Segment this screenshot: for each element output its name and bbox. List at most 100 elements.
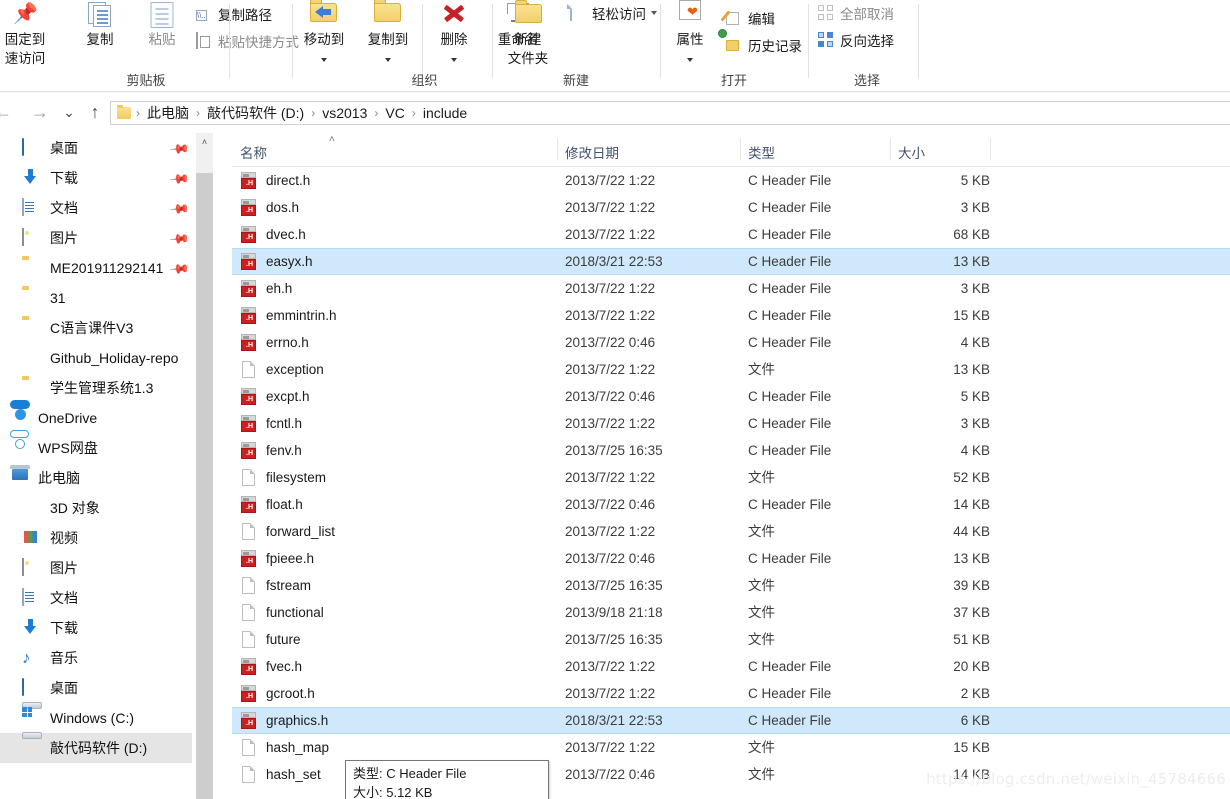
properties-caret-icon[interactable]: [687, 58, 693, 62]
file-size-cell: 44 KB: [953, 524, 990, 539]
sidebar-item-18[interactable]: 桌面: [0, 673, 192, 703]
file-name-cell: fstream: [240, 572, 311, 599]
table-row[interactable]: .H easyx.h 2018/3/21 22:53 C Header File 13 …: [232, 248, 1230, 275]
table-row[interactable]: exception 2013/7/22 1:22 文件 13 KB: [232, 356, 1230, 383]
up-button[interactable]: ↑: [82, 99, 108, 125]
breadcrumb-item-vc[interactable]: VC: [383, 105, 406, 121]
file-date-cell: 2013/7/22 1:22: [565, 308, 656, 323]
scrollbar-thumb[interactable]: [196, 173, 213, 799]
back-button[interactable]: ←: [0, 99, 16, 125]
file-size-cell: 51 KB: [953, 632, 990, 647]
delete-button[interactable]: 删除: [426, 0, 482, 67]
copy-to-caret-icon[interactable]: [385, 58, 391, 62]
pin-icon[interactable]: 📌: [169, 258, 191, 280]
breadcrumb-item-include[interactable]: include: [421, 105, 469, 121]
column-header-date[interactable]: 修改日期: [565, 142, 619, 162]
sidebar-item-12[interactable]: 3D 对象: [0, 493, 192, 523]
recent-locations-button[interactable]: ⌄: [56, 99, 82, 125]
copy-button[interactable]: 复制: [70, 0, 130, 49]
pin-icon[interactable]: 📌: [169, 168, 191, 190]
breadcrumb-item-this-pc[interactable]: 此电脑: [145, 103, 191, 123]
paste-button[interactable]: 粘贴: [132, 0, 192, 49]
move-to-caret-icon[interactable]: [321, 58, 327, 62]
table-row[interactable]: hash_map 2013/7/22 1:22 文件 15 KB: [232, 734, 1230, 761]
breadcrumb-item-vs2013[interactable]: vs2013: [320, 105, 369, 121]
sidebar-item-6[interactable]: C语言课件V3: [0, 313, 192, 343]
table-row[interactable]: .H fpieee.h 2013/7/22 0:46 C Header File 13 …: [232, 545, 1230, 572]
sidebar-item-10[interactable]: WPS网盘: [0, 433, 192, 463]
select-none-button[interactable]: 全部取消: [818, 3, 894, 23]
table-row[interactable]: .H fenv.h 2013/7/25 16:35 C Header File 4 KB: [232, 437, 1230, 464]
pin-icon[interactable]: 📌: [169, 138, 191, 160]
pin-icon[interactable]: 📌: [169, 198, 191, 220]
table-row[interactable]: .H excpt.h 2013/7/22 0:46 C Header File 5 KB: [232, 383, 1230, 410]
navigation-pane-scrollbar[interactable]: ˄: [196, 133, 213, 799]
sidebar-item-5[interactable]: 31: [0, 283, 192, 313]
history-button[interactable]: 历史记录: [718, 28, 802, 55]
file-list-view[interactable]: 名称 ˄ 修改日期 类型 大小 .H direct.h 2013/7/22 1:22…: [232, 133, 1230, 799]
file-date-cell: 2013/7/22 1:22: [565, 362, 656, 377]
table-row[interactable]: .H emmintrin.h 2013/7/22 1:22 C Header File…: [232, 302, 1230, 329]
column-header-type[interactable]: 类型: [748, 142, 775, 162]
generic-file-icon: [240, 468, 257, 487]
paste-shortcut-button[interactable]: 粘贴快捷方式: [196, 31, 299, 51]
table-row[interactable]: .H fcntl.h 2013/7/22 1:22 C Header File 3 KB: [232, 410, 1230, 437]
column-header-size[interactable]: 大小: [898, 142, 925, 162]
table-row[interactable]: filesystem 2013/7/22 1:22 文件 52 KB: [232, 464, 1230, 491]
sidebar-item-1[interactable]: 下载 📌: [0, 163, 192, 193]
column-header-name[interactable]: 名称: [240, 142, 267, 162]
table-row[interactable]: .H eh.h 2013/7/22 1:22 C Header File 3 KB: [232, 275, 1230, 302]
sidebar-item-3[interactable]: 图片 📌: [0, 223, 192, 253]
sidebar-item-label: 文档: [50, 200, 78, 216]
table-row[interactable]: .H dos.h 2013/7/22 1:22 C Header File 3 KB: [232, 194, 1230, 221]
table-row[interactable]: .H errno.h 2013/7/22 0:46 C Header File 4 KB: [232, 329, 1230, 356]
edit-button[interactable]: 编辑: [720, 8, 775, 28]
easy-access-caret-icon[interactable]: [651, 11, 657, 15]
pin-icon[interactable]: 📌: [169, 228, 191, 250]
sort-ascending-icon: ˄: [329, 134, 335, 145]
scroll-up-arrow-icon[interactable]: ˄: [196, 133, 213, 150]
paste-shortcut-label: 粘贴快捷方式: [218, 35, 299, 50]
invert-selection-button[interactable]: 反向选择: [818, 30, 894, 50]
navigation-pane[interactable]: 桌面 📌 下载 📌 文档 📌 图片 📌 ME201911292141 📌 31 C语言课件V3 Gith…: [0, 133, 192, 799]
delete-caret-icon[interactable]: [451, 58, 457, 62]
forward-button[interactable]: →: [27, 99, 53, 125]
sidebar-item-9[interactable]: OneDrive: [0, 403, 192, 433]
sidebar-item-20[interactable]: 敲代码软件 (D:): [0, 733, 192, 763]
table-row[interactable]: future 2013/7/25 16:35 文件 51 KB: [232, 626, 1230, 653]
sidebar-item-11[interactable]: 此电脑: [0, 463, 192, 493]
sidebar-item-16[interactable]: 下载: [0, 613, 192, 643]
file-type-cell: 文件: [748, 470, 775, 485]
table-row[interactable]: forward_list 2013/7/22 1:22 文件 44 KB: [232, 518, 1230, 545]
sidebar-item-13[interactable]: 视频: [0, 523, 192, 553]
table-row[interactable]: functional 2013/9/18 21:18 文件 37 KB: [232, 599, 1230, 626]
sidebar-item-14[interactable]: 图片: [0, 553, 192, 583]
table-row[interactable]: .H graphics.h 2018/3/21 22:53 C Header File…: [232, 707, 1230, 734]
new-folder-button[interactable]: 新建 文件夹: [494, 0, 562, 68]
copy-path-button[interactable]: \\.. 复制路径: [196, 4, 272, 24]
c-header-file-icon: .H: [240, 279, 257, 298]
sidebar-item-17[interactable]: ♪ 音乐: [0, 643, 192, 673]
file-type-cell: C Header File: [748, 335, 832, 350]
table-row[interactable]: .H float.h 2013/7/22 0:46 C Header File 14 K…: [232, 491, 1230, 518]
sidebar-item-2[interactable]: 文档 📌: [0, 193, 192, 223]
properties-button[interactable]: ❤ 属性: [662, 0, 718, 67]
sidebar-item-0[interactable]: 桌面 📌: [0, 133, 192, 163]
sidebar-item-7[interactable]: Github_Holiday-repo: [0, 343, 192, 373]
sidebar-item-15[interactable]: 文档: [0, 583, 192, 613]
pin-to-quick-access-button[interactable]: 📌 固定到 速访问: [0, 0, 68, 68]
breadcrumb-item-drive-d[interactable]: 敲代码软件 (D:): [205, 103, 306, 123]
file-name-cell: .H graphics.h: [240, 708, 328, 733]
sidebar-item-8[interactable]: 学生管理系统1.3: [0, 373, 192, 403]
table-row[interactable]: .H direct.h 2013/7/22 1:22 C Header File 5 K…: [232, 167, 1230, 194]
table-row[interactable]: .H fvec.h 2013/7/22 1:22 C Header File 20 KB: [232, 653, 1230, 680]
table-row[interactable]: .H dvec.h 2013/7/22 1:22 C Header File 68 KB: [232, 221, 1230, 248]
easy-access-button[interactable]: 轻松访问: [570, 3, 657, 23]
table-row[interactable]: .H gcroot.h 2013/7/22 1:22 C Header File 2 K…: [232, 680, 1230, 707]
move-to-button[interactable]: 移动到: [292, 0, 356, 67]
sidebar-item-19[interactable]: Windows (C:): [0, 703, 192, 733]
sidebar-item-4[interactable]: ME201911292141 📌: [0, 253, 192, 283]
table-row[interactable]: fstream 2013/7/25 16:35 文件 39 KB: [232, 572, 1230, 599]
address-bar[interactable]: › 此电脑 › 敲代码软件 (D:) › vs2013 › VC › inclu…: [110, 101, 1230, 125]
copy-to-button[interactable]: 复制到: [356, 0, 420, 67]
